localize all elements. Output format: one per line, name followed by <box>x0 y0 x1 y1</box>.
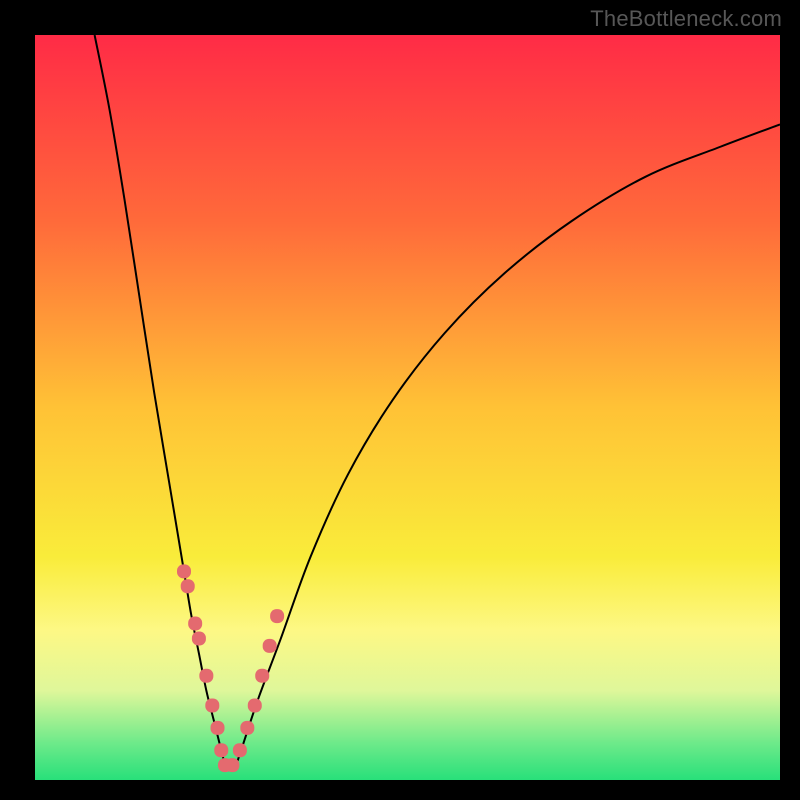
chart-frame: TheBottleneck.com <box>0 0 800 800</box>
plot-area <box>35 35 780 780</box>
marker-point <box>177 564 191 578</box>
marker-point <box>255 669 269 683</box>
chart-svg <box>35 35 780 780</box>
marker-point <box>270 609 284 623</box>
curve-left <box>95 35 225 765</box>
watermark-text: TheBottleneck.com <box>590 6 782 32</box>
marker-point <box>240 721 254 735</box>
marker-point <box>225 758 239 772</box>
marker-point <box>214 743 228 757</box>
curve-right <box>236 124 780 765</box>
marker-point <box>181 579 195 593</box>
marker-point <box>248 699 262 713</box>
marker-point <box>205 699 219 713</box>
marker-point <box>188 617 202 631</box>
marker-point <box>263 639 277 653</box>
scatter-markers <box>177 564 284 772</box>
marker-point <box>199 669 213 683</box>
marker-point <box>233 743 247 757</box>
marker-point <box>192 631 206 645</box>
marker-point <box>211 721 225 735</box>
